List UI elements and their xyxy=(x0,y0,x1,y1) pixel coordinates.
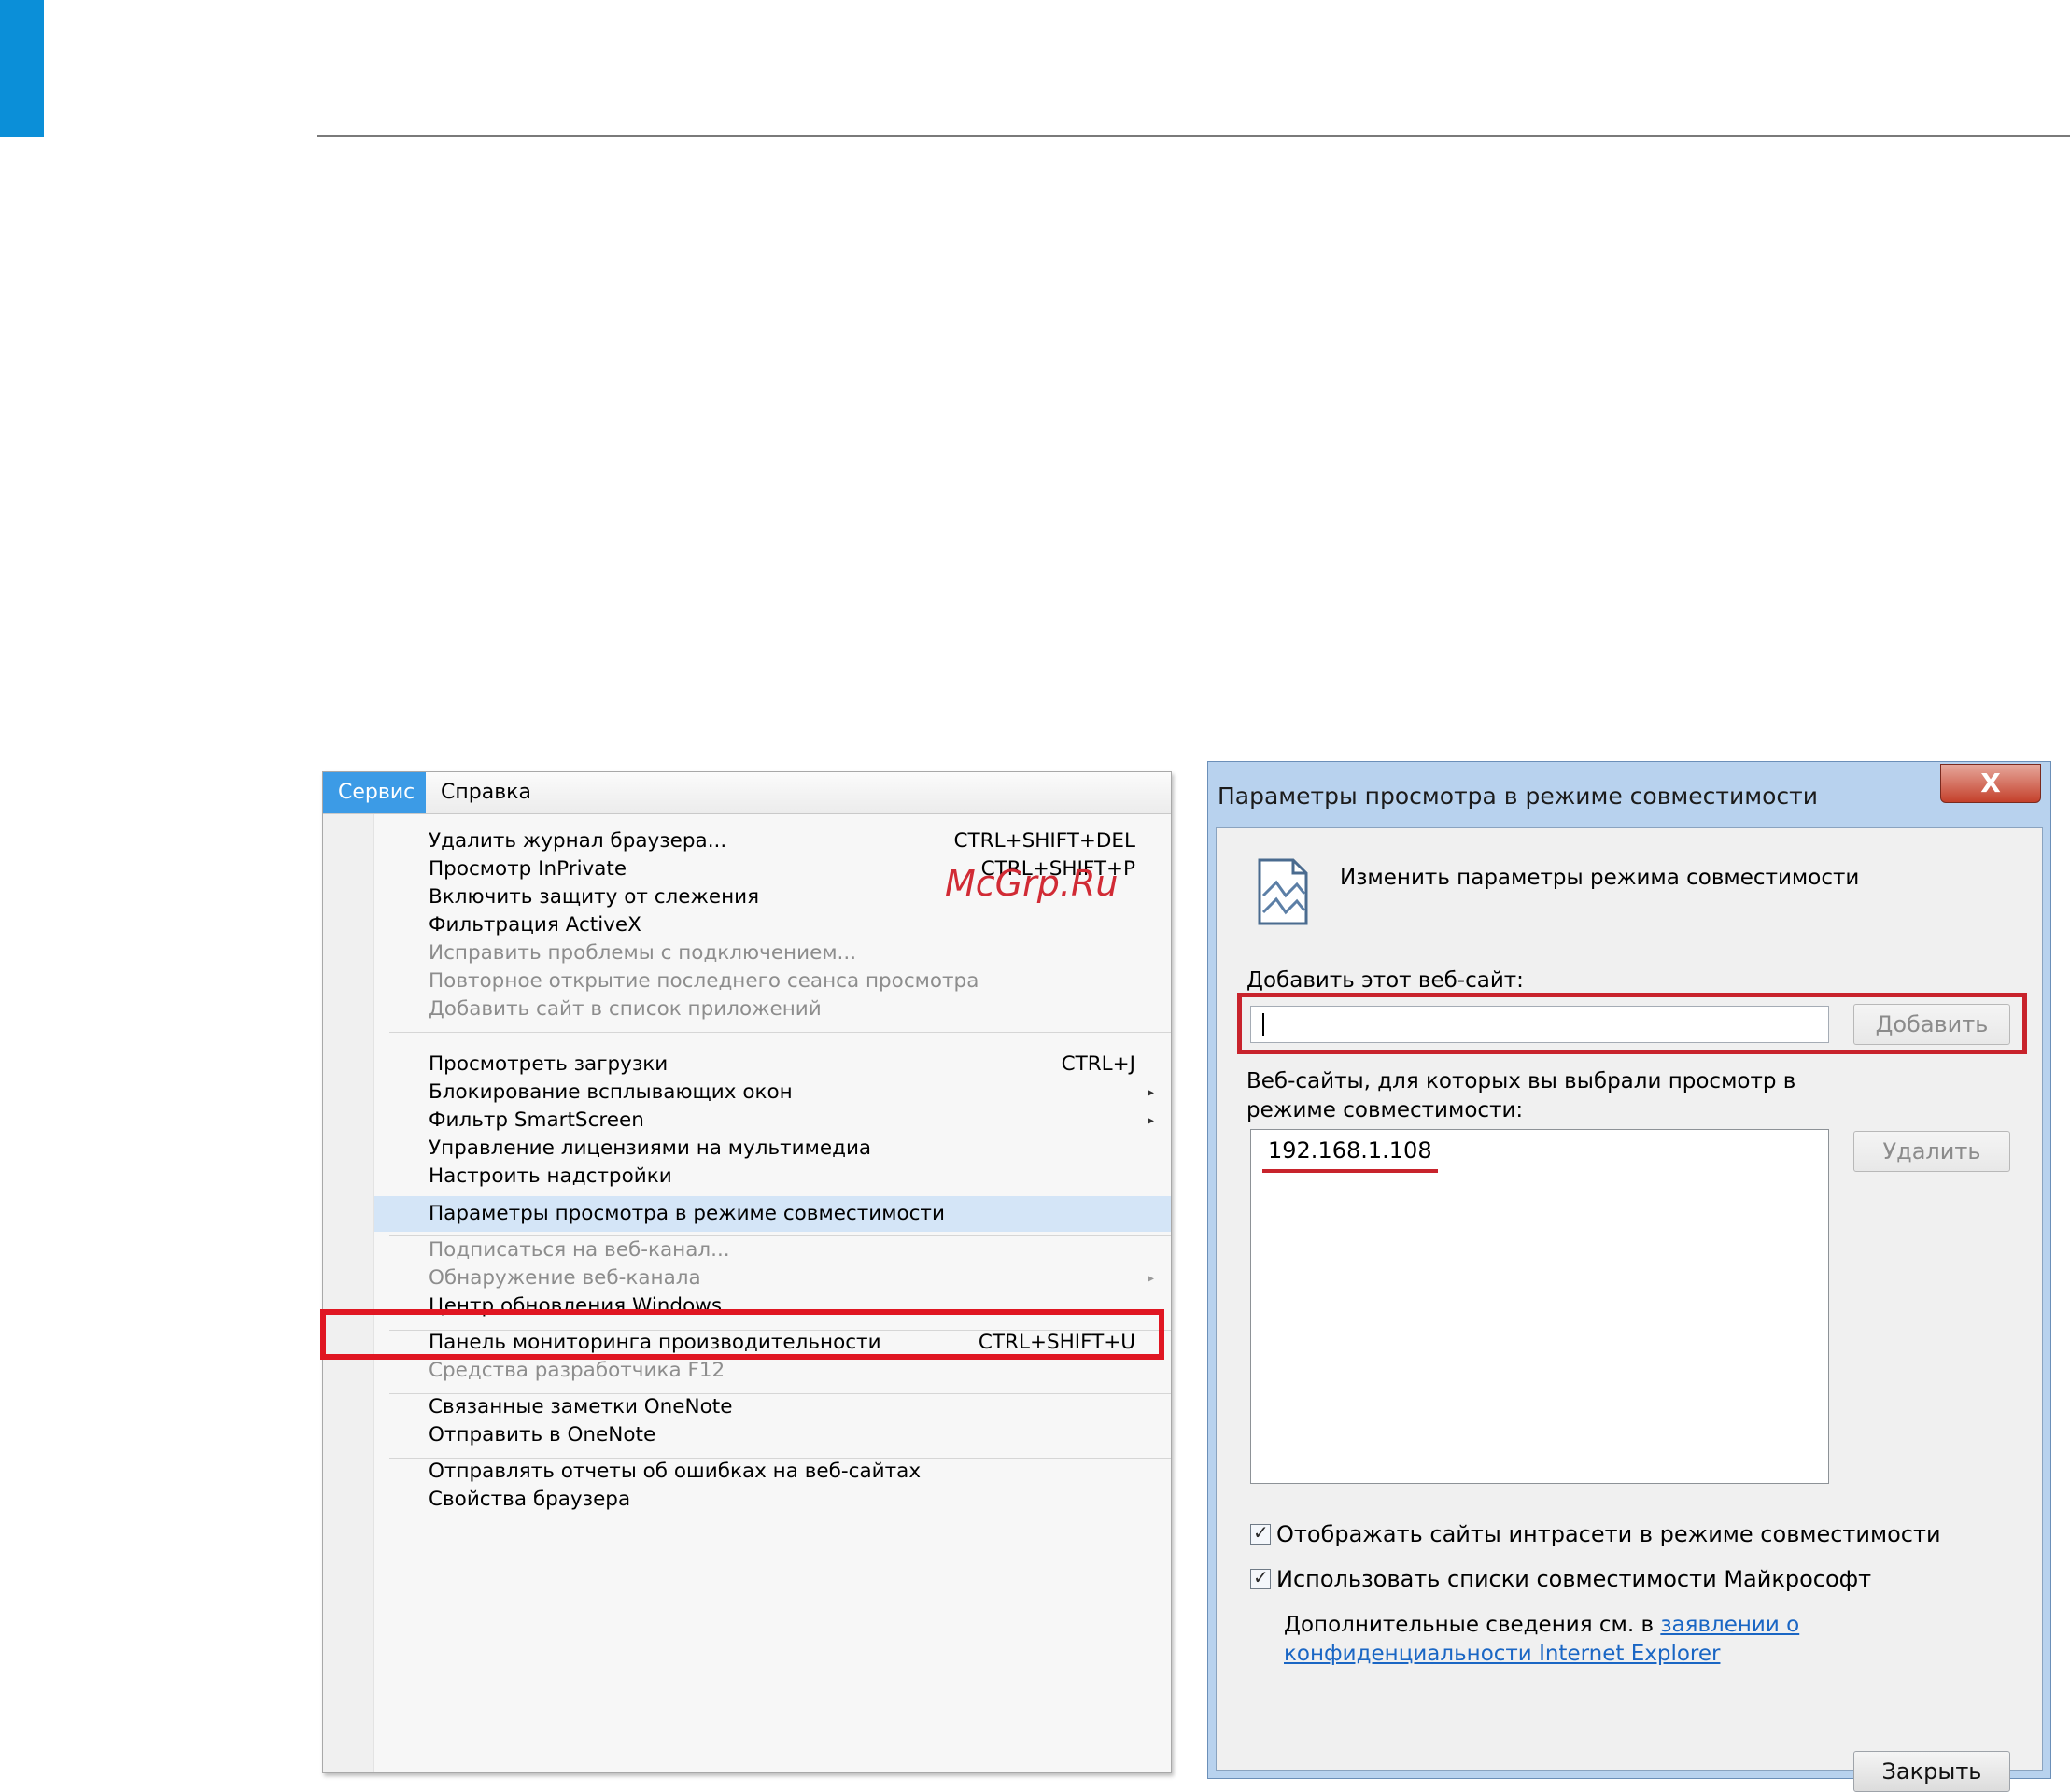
close-button[interactable]: Закрыть xyxy=(1853,1751,2010,1792)
menu-item-label: Отправить в OneNote xyxy=(429,1423,656,1446)
menu-item-manage-addons[interactable]: Настроить надстройки xyxy=(374,1159,1171,1194)
dialog-header-text: Изменить параметры режима совместимости xyxy=(1340,866,1860,890)
menubar: Сервис Справка xyxy=(323,772,1171,814)
menu-item-label: Свойства браузера xyxy=(429,1488,631,1511)
delete-button[interactable]: Удалить xyxy=(1853,1131,2010,1172)
menubar-item-help[interactable]: Справка xyxy=(426,772,546,813)
add-website-label: Добавить этот веб-сайт: xyxy=(1246,968,1524,993)
compatibility-page-icon xyxy=(1258,858,1308,925)
intranet-checkbox[interactable] xyxy=(1250,1521,1271,1545)
tools-menu: Сервис Справка Удалить журнал браузера..… xyxy=(320,771,1172,1773)
close-icon[interactable]: X xyxy=(1940,764,2041,803)
microsoft-lists-checkbox-row[interactable]: Использовать списки совместимости Майкро… xyxy=(1250,1566,1871,1592)
menu-icon-gutter xyxy=(323,814,374,1772)
menu-dropdown: Удалить журнал браузера... CTRL+SHIFT+DE… xyxy=(374,814,1171,1772)
intranet-checkbox-label: Отображать сайты интрасети в режиме совм… xyxy=(1276,1521,1941,1547)
menu-item-label: Добавить сайт в список приложений xyxy=(429,997,822,1021)
menu-item-send-to-onenote[interactable]: Отправить в OneNote xyxy=(374,1418,1171,1453)
menu-item-label: Параметры просмотра в режиме совместимос… xyxy=(429,1202,945,1225)
menu-item-internet-options[interactable]: Свойства браузера xyxy=(374,1482,1171,1517)
websites-list[interactable]: 192.168.1.108 xyxy=(1250,1129,1829,1484)
menubar-item-service[interactable]: Сервис xyxy=(323,772,426,813)
menu-separator xyxy=(389,1032,1171,1033)
privacy-info-text: Дополнительные сведения см. в заявлении … xyxy=(1284,1611,2031,1669)
microsoft-lists-checkbox[interactable] xyxy=(1250,1566,1271,1589)
menu-item-label: Настроить надстройки xyxy=(429,1164,672,1188)
dialog-client-area: Изменить параметры режима совместимости … xyxy=(1216,827,2043,1792)
page-divider xyxy=(317,135,2070,137)
highlight-box xyxy=(1237,993,2027,1054)
dialog-title: Параметры просмотра в режиме совместимос… xyxy=(1218,783,1818,810)
privacy-info-prefix: Дополнительные сведения см. в xyxy=(1284,1613,1655,1637)
highlight-box xyxy=(320,1309,1164,1360)
menu-item-compatibility-view-settings[interactable]: Параметры просмотра в режиме совместимос… xyxy=(374,1196,1171,1232)
compatibility-view-dialog: Параметры просмотра в режиме совместимос… xyxy=(1207,761,2051,1792)
menu-item-add-to-apps: Добавить сайт в список приложений xyxy=(374,992,1171,1027)
accent-bar xyxy=(0,0,44,137)
watermark: McGrp.Ru xyxy=(945,863,1119,904)
highlight-underline xyxy=(1262,1169,1438,1173)
list-item[interactable]: 192.168.1.108 xyxy=(1268,1137,1432,1164)
microsoft-lists-checkbox-label: Использовать списки совместимости Майкро… xyxy=(1276,1566,1872,1592)
intranet-checkbox-row[interactable]: Отображать сайты интрасети в режиме совм… xyxy=(1250,1521,1941,1547)
websites-list-label: Веб-сайты, для которых вы выбрали просмо… xyxy=(1246,1069,1796,1122)
